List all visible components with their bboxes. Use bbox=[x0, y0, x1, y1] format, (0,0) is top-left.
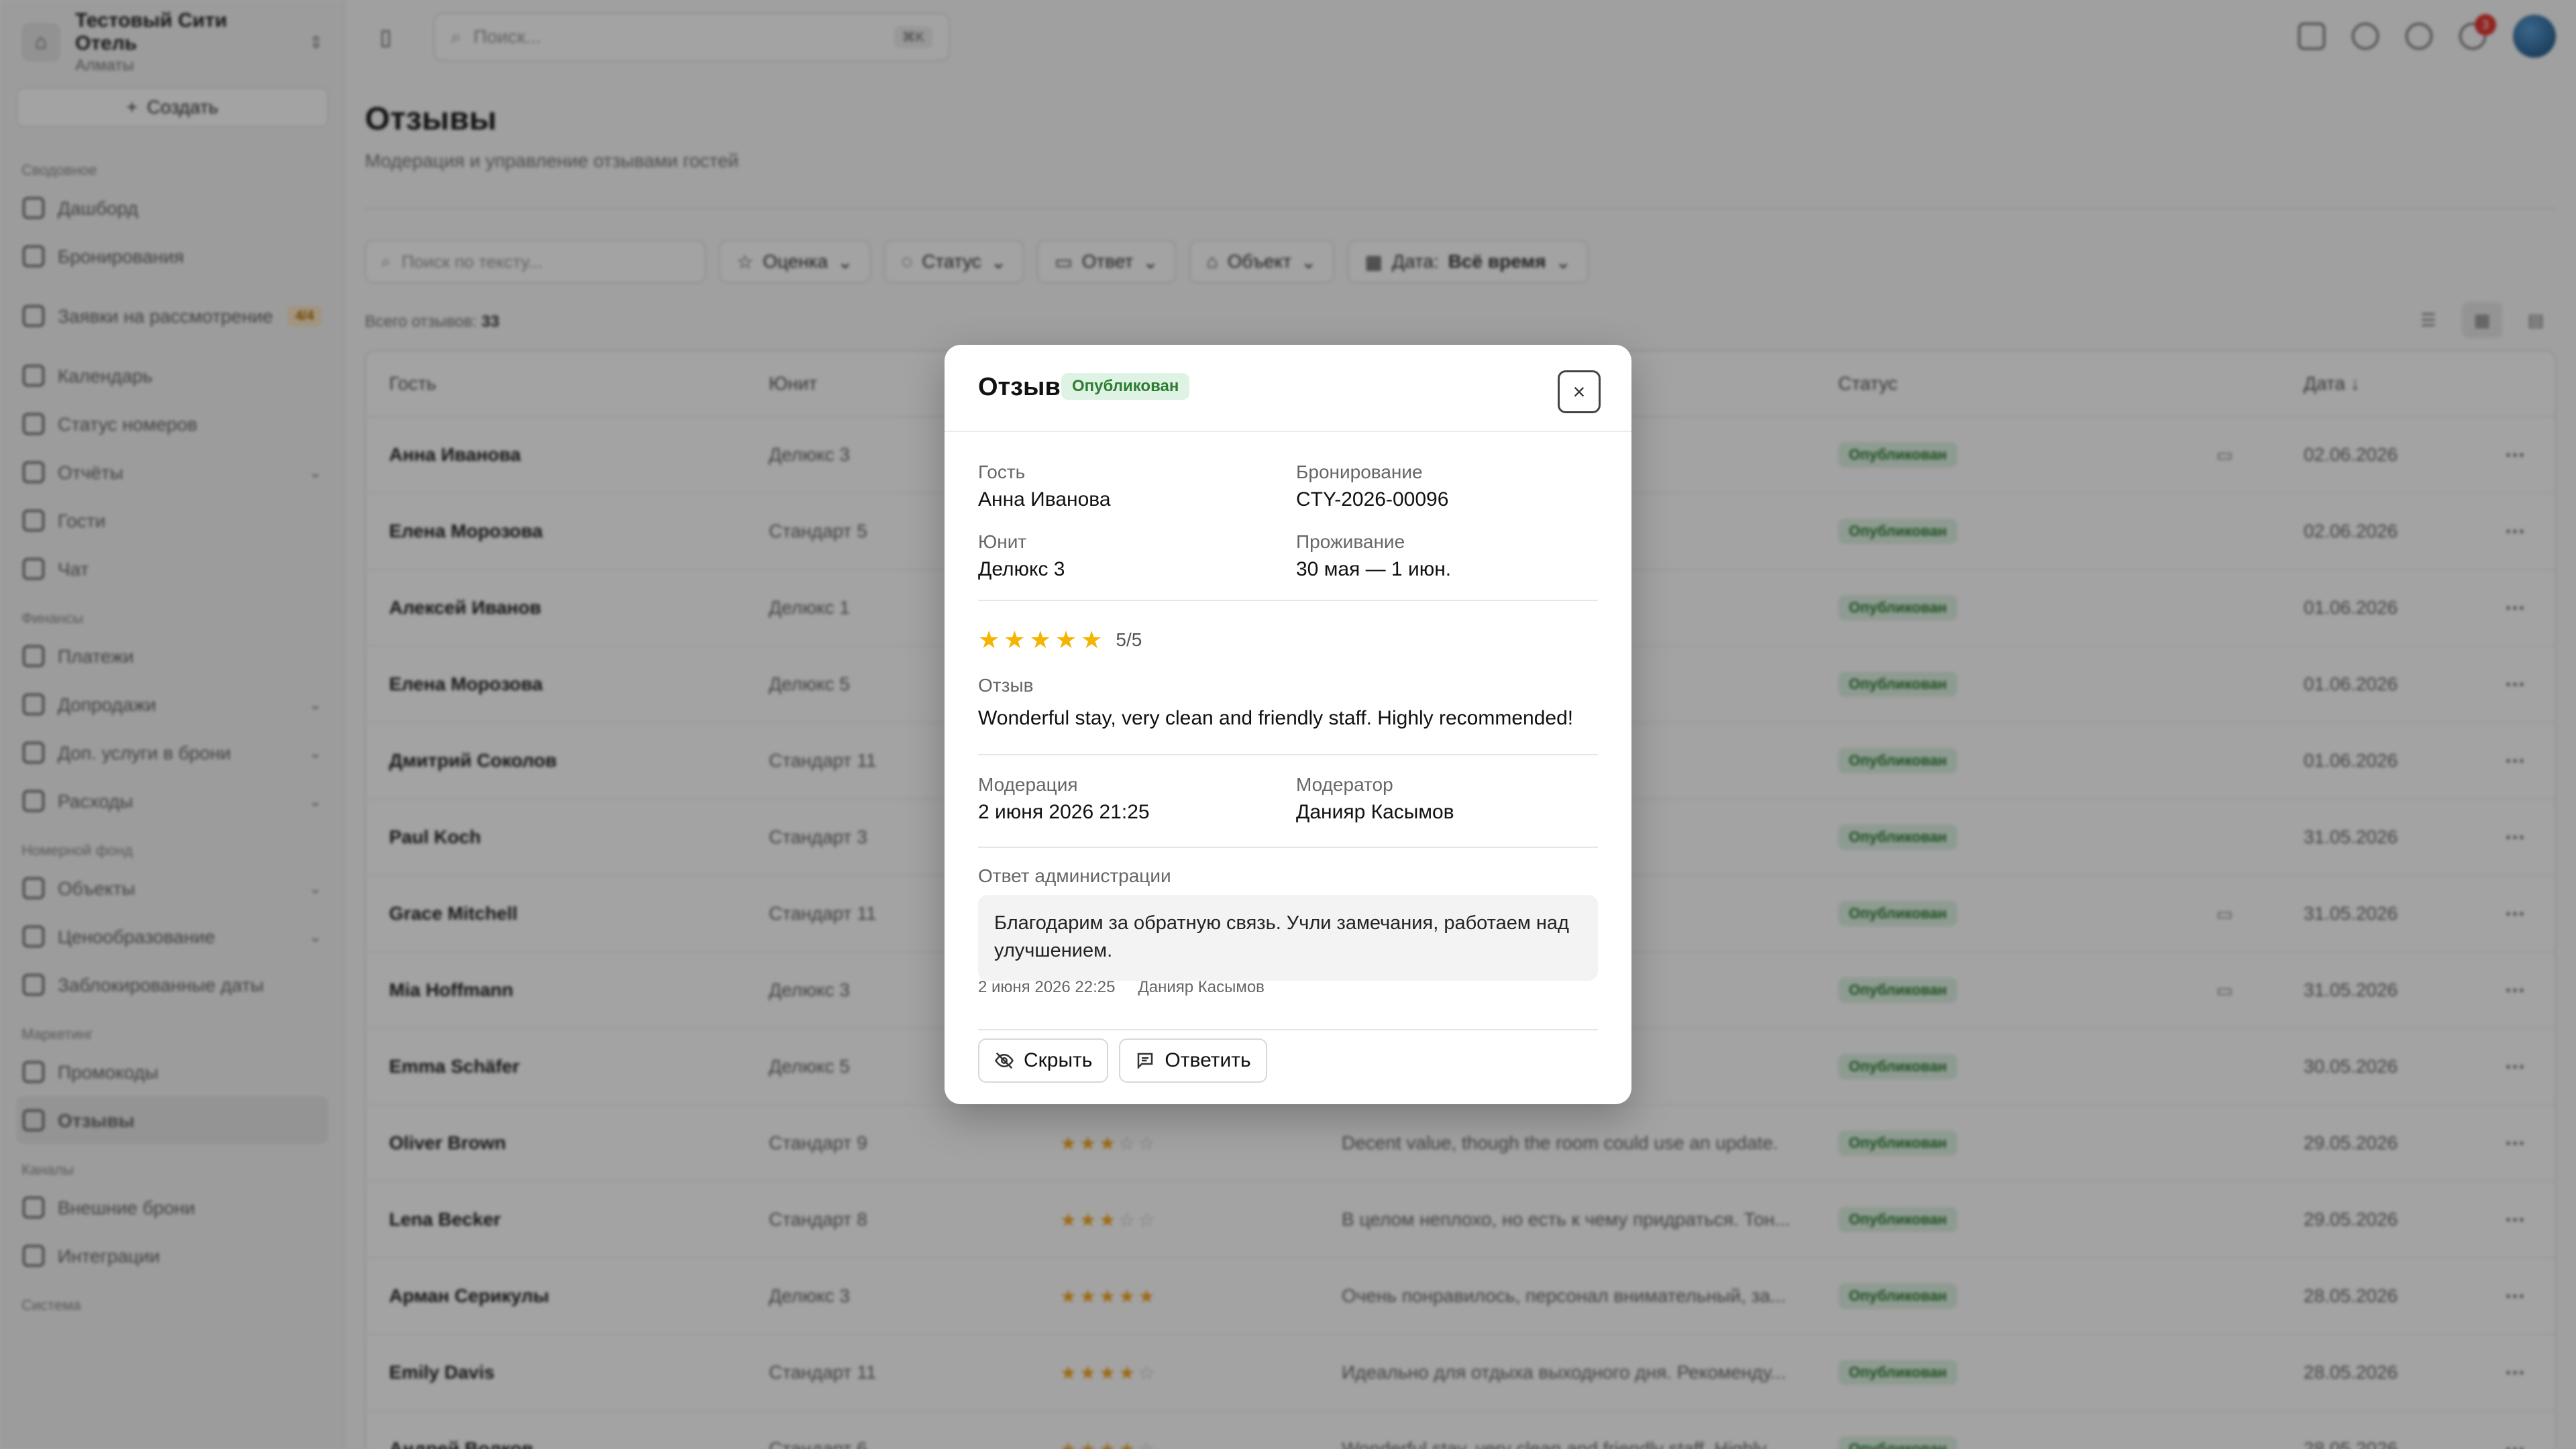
message-icon bbox=[1138, 1053, 1153, 1070]
star-icon: ★ bbox=[1081, 626, 1103, 653]
modal-actions: Скрыть Ответить bbox=[978, 1038, 1267, 1083]
admin-reply: Благодарим за обратную связь. Учли замеч… bbox=[978, 895, 1598, 981]
reply-date: 2 июня 2026 22:25 bbox=[978, 978, 1116, 996]
moderation-label: Модерация bbox=[978, 774, 1078, 795]
eye-off-icon bbox=[995, 1052, 1014, 1069]
unit-value: Делюкс 3 bbox=[978, 558, 1065, 580]
star-icon: ★ bbox=[1004, 626, 1026, 653]
hide-button[interactable]: Скрыть bbox=[978, 1038, 1109, 1083]
booking-field: Бронирование CTY-2026-00096 bbox=[1296, 462, 1448, 511]
moderator-value: Данияр Касымов bbox=[1296, 801, 1454, 823]
divider bbox=[978, 1029, 1598, 1030]
divider bbox=[978, 600, 1598, 601]
hide-label: Скрыть bbox=[1024, 1049, 1093, 1071]
reply-meta-row: 2 июня 2026 22:25 Данияр Касымов bbox=[978, 978, 1265, 997]
review-text: Wonderful stay, very clean and friendly … bbox=[978, 707, 1574, 729]
review-modal: Отзыв Опубликован × Гость Анна Иванова Б… bbox=[945, 345, 1631, 1104]
reply-author: Данияр Касымов bbox=[1138, 978, 1265, 996]
reply-label-field: Ответ администрации bbox=[978, 865, 1171, 887]
star-icon: ★ bbox=[1029, 626, 1051, 653]
close-icon: × bbox=[1572, 379, 1586, 404]
divider bbox=[978, 754, 1598, 755]
rating: ★ ★ ★ ★ ★ 5/5 bbox=[978, 628, 1142, 652]
moderation-field: Модерация 2 июня 2026 21:25 bbox=[978, 774, 1150, 824]
booking-label: Бронирование bbox=[1296, 462, 1423, 482]
stay-label: Проживание bbox=[1296, 531, 1405, 552]
reply-label: Ответить bbox=[1165, 1049, 1251, 1071]
unit-field: Юнит Делюкс 3 bbox=[978, 531, 1065, 581]
stay-field: Проживание 30 мая — 1 июн. bbox=[1296, 531, 1451, 581]
modal-header: Отзыв Опубликован × bbox=[945, 345, 1631, 432]
rating-score: 5/5 bbox=[1116, 629, 1142, 650]
star-icon: ★ bbox=[978, 626, 1000, 653]
modal-title: Отзыв bbox=[978, 373, 1061, 401]
review-label: Отзыв bbox=[978, 675, 1034, 696]
stay-value: 30 мая — 1 июн. bbox=[1296, 558, 1452, 580]
divider bbox=[978, 847, 1598, 848]
moderator-field: Модератор Данияр Касымов bbox=[1296, 774, 1454, 824]
reply-label: Ответ администрации bbox=[978, 865, 1171, 886]
guest-field: Гость Анна Иванова bbox=[978, 462, 1111, 511]
review-field: Отзыв Wonderful stay, very clean and fri… bbox=[978, 675, 1598, 730]
reply-button[interactable]: Ответить bbox=[1119, 1038, 1267, 1083]
status-badge: Опубликован bbox=[1061, 373, 1190, 400]
star-icon: ★ bbox=[1055, 626, 1077, 653]
booking-value[interactable]: CTY-2026-00096 bbox=[1296, 488, 1448, 511]
guest-label: Гость bbox=[978, 462, 1026, 482]
close-button[interactable]: × bbox=[1558, 370, 1601, 413]
moderator-label: Модератор bbox=[1296, 774, 1393, 795]
guest-value: Анна Иванова bbox=[978, 488, 1111, 511]
unit-label: Юнит bbox=[978, 531, 1027, 552]
moderation-value: 2 июня 2026 21:25 bbox=[978, 801, 1150, 823]
